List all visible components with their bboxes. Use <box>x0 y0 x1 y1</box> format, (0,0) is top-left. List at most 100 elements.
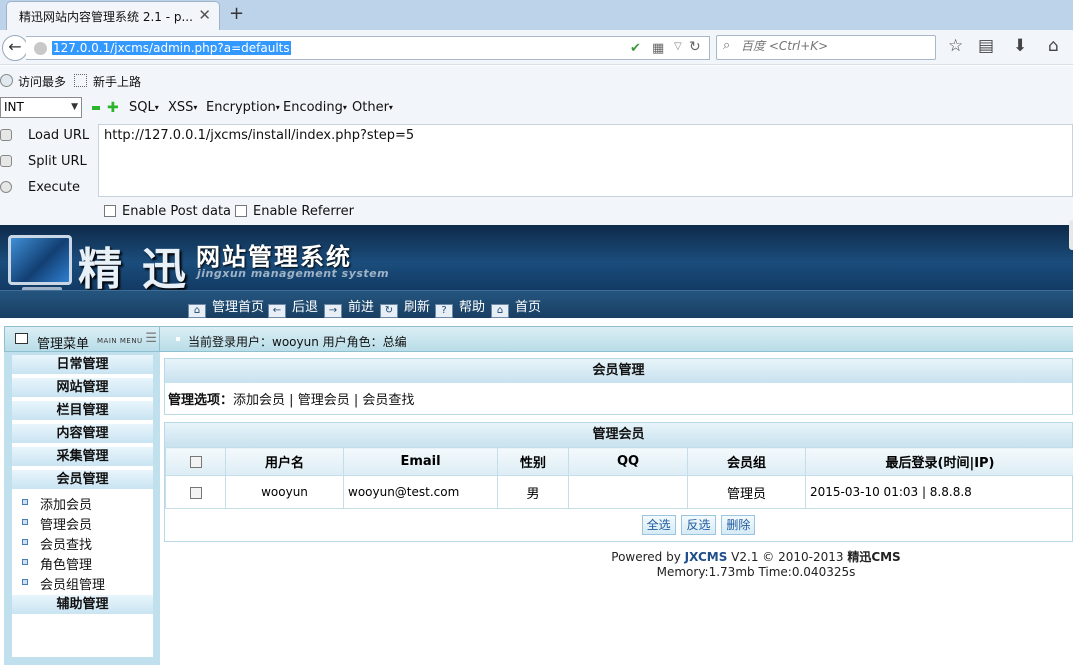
menu-encoding-label: Encoding <box>283 100 343 115</box>
menu-encoding[interactable]: Encoding▾ <box>283 100 347 115</box>
globe-icon <box>0 74 13 87</box>
load-url-button[interactable]: Load URL <box>0 125 95 147</box>
refresh-icon: ↻ <box>380 304 398 318</box>
member-options-panel: 会员管理 管理选项：添加会员 | 管理会员 | 会员查找 <box>164 358 1073 415</box>
menu-title: 管理菜单 <box>37 337 90 352</box>
option-add-member[interactable]: 添加会员 <box>233 393 285 408</box>
sidebar-cat-content[interactable]: 内容管理 <box>12 424 153 444</box>
logo-english: jingxun management system <box>197 267 390 280</box>
star-icon[interactable]: ☆ <box>948 36 963 56</box>
option-find-member[interactable]: 会员查找 <box>362 393 414 408</box>
new-tab-button[interactable]: + <box>229 3 244 24</box>
breadcrumb: 当前登录用户：wooyun 用户角色：总编 <box>176 333 407 350</box>
search-input[interactable] <box>741 39 931 53</box>
address-bar[interactable]: 127.0.0.1/jxcms/admin.php?a=defaults ✔ ▦… <box>26 36 710 60</box>
row-checkbox[interactable] <box>189 486 202 499</box>
enable-post-label: Enable Post data <box>122 204 232 219</box>
nav-help[interactable]: ? 帮助 <box>435 296 485 318</box>
username-cell: wooyun <box>225 475 344 509</box>
menu-other-label: Other <box>352 100 389 115</box>
nav-site-home[interactable]: ⌂ 首页 <box>491 296 541 318</box>
row-select-cell[interactable] <box>165 475 226 509</box>
download-icon[interactable]: ⬇ <box>1013 36 1027 56</box>
sidebar-cat-collect[interactable]: 采集管理 <box>12 447 153 467</box>
footer-cn-brand[interactable]: 精迅CMS <box>847 550 900 564</box>
sidebar-cat-daily[interactable]: 日常管理 <box>12 355 153 375</box>
panel-title: 管理会员 <box>165 423 1072 447</box>
options-row: 管理选项：添加会员 | 管理会员 | 会员查找 <box>165 383 1072 414</box>
footer-brand[interactable]: JXCMS <box>685 550 728 564</box>
qr-icon[interactable]: ▦ <box>652 41 664 56</box>
monitor-logo-icon <box>8 235 72 285</box>
cms-nav-bar: ⌂ 管理首页 ← 后退 → 前进 ↻ 刷新 ? 帮助 ⌂ 首页 <box>0 290 1073 318</box>
member-list-panel: 管理会员 用户名 Email 性别 QQ 会员组 最后登录(时间|IP) woo… <box>164 422 1073 542</box>
search-box[interactable]: ⌕ <box>716 35 936 60</box>
enable-post-checkbox[interactable]: Enable Post data <box>104 204 231 219</box>
option-manage-member[interactable]: 管理会员 <box>298 393 350 408</box>
menu-title-en: MAIN MENU <box>97 337 143 345</box>
bullet-icon <box>22 579 28 585</box>
sidebar-cat-site[interactable]: 网站管理 <box>12 378 153 398</box>
home-icon[interactable]: ⌂ <box>1048 36 1059 56</box>
url-textarea[interactable]: http://127.0.0.1/jxcms/install/index.php… <box>98 124 1073 197</box>
bullet-icon <box>22 499 28 505</box>
action-row: 全选 反选 删除 <box>165 509 1072 541</box>
execute-button[interactable]: Execute <box>0 177 95 199</box>
enable-referrer-checkbox[interactable]: Enable Referrer <box>235 204 354 219</box>
home-icon: ⌂ <box>188 304 206 318</box>
tab-title: 精迅网站内容管理系统 2.1 - p... <box>19 10 193 24</box>
globe-icon <box>34 42 47 55</box>
footer: Powered by JXCMS V2.1 © 2010-2013 精迅CMS … <box>164 550 1073 580</box>
sidebar-item-label: 管理会员 <box>40 518 93 533</box>
menu-xss[interactable]: XSS▾ <box>168 100 197 115</box>
bookmarks-bar: 访问最多 新手上路 <box>0 66 1073 95</box>
split-url-label: Split URL <box>28 154 87 169</box>
nav-admin-home-label: 管理首页 <box>212 300 265 315</box>
nav-forward[interactable]: → 前进 <box>324 296 374 318</box>
nav-site-home-label: 首页 <box>515 300 542 315</box>
address-url[interactable]: 127.0.0.1/jxcms/admin.php?a=defaults <box>52 41 291 55</box>
menu-handle-icon[interactable]: ☰ <box>145 331 157 346</box>
email-cell: wooyun@test.com <box>343 475 498 509</box>
menu-encryption[interactable]: Encryption▾ <box>206 100 280 115</box>
sidebar-menu: 日常管理 网站管理 栏目管理 内容管理 采集管理 会员管理 添加会员 管理会员 … <box>12 355 153 657</box>
select-all-header[interactable] <box>165 447 226 476</box>
menu-sql[interactable]: SQL▾ <box>129 100 159 115</box>
tab-bar: 精迅网站内容管理系统 2.1 - p... ✕ + <box>0 0 1073 30</box>
nav-refresh[interactable]: ↻ 刷新 <box>380 296 430 318</box>
delete-button[interactable]: 删除 <box>721 515 756 535</box>
shield-icon[interactable]: ✔ <box>630 41 641 56</box>
logo-title: 精迅 <box>78 244 206 295</box>
plus-icon[interactable]: ✚ <box>107 100 119 116</box>
browser-tab[interactable]: 精迅网站内容管理系统 2.1 - p... ✕ <box>6 1 220 30</box>
select-all-checkbox[interactable] <box>189 455 202 468</box>
checkbox-box <box>235 205 247 217</box>
close-tab-icon[interactable]: ✕ <box>198 6 211 24</box>
reader-icon[interactable]: ▤ <box>978 36 994 56</box>
select-all-button[interactable]: 全选 <box>641 515 676 535</box>
column-header: 性别 <box>497 447 569 476</box>
options-label: 管理选项： <box>168 393 234 408</box>
nav-admin-home[interactable]: ⌂ 管理首页 <box>188 296 264 318</box>
sidebar-cat-column[interactable]: 栏目管理 <box>12 401 153 421</box>
sidebar-cat-aux[interactable]: 辅助管理 <box>12 595 153 615</box>
split-url-button[interactable]: Split URL <box>0 151 95 173</box>
bookmark-most-visited[interactable]: 访问最多 <box>18 73 66 90</box>
scroll-handle[interactable] <box>1069 220 1073 250</box>
invert-select-button[interactable]: 反选 <box>681 515 716 535</box>
sidebar-cat-member[interactable]: 会员管理 <box>12 470 153 490</box>
sidebar: 日常管理 网站管理 栏目管理 内容管理 采集管理 会员管理 添加会员 管理会员 … <box>4 352 160 665</box>
nav-back[interactable]: ← 后退 <box>268 296 318 318</box>
bookmark-getting-started[interactable]: 新手上路 <box>93 73 141 90</box>
minus-icon[interactable] <box>92 106 100 110</box>
back-icon[interactable]: ← <box>2 35 28 61</box>
panel-title: 会员管理 <box>165 359 1072 383</box>
sidebar-item-label: 会员组管理 <box>40 578 106 593</box>
execute-label: Execute <box>28 180 80 195</box>
reload-icon[interactable]: ↻ <box>689 39 701 55</box>
menu-other[interactable]: Other▾ <box>352 100 393 115</box>
chevron-down-icon[interactable]: ▽ <box>674 41 682 52</box>
bullet-icon <box>22 559 28 565</box>
type-select[interactable]: INT ▼ <box>0 97 82 118</box>
type-select-value: INT <box>4 100 24 114</box>
